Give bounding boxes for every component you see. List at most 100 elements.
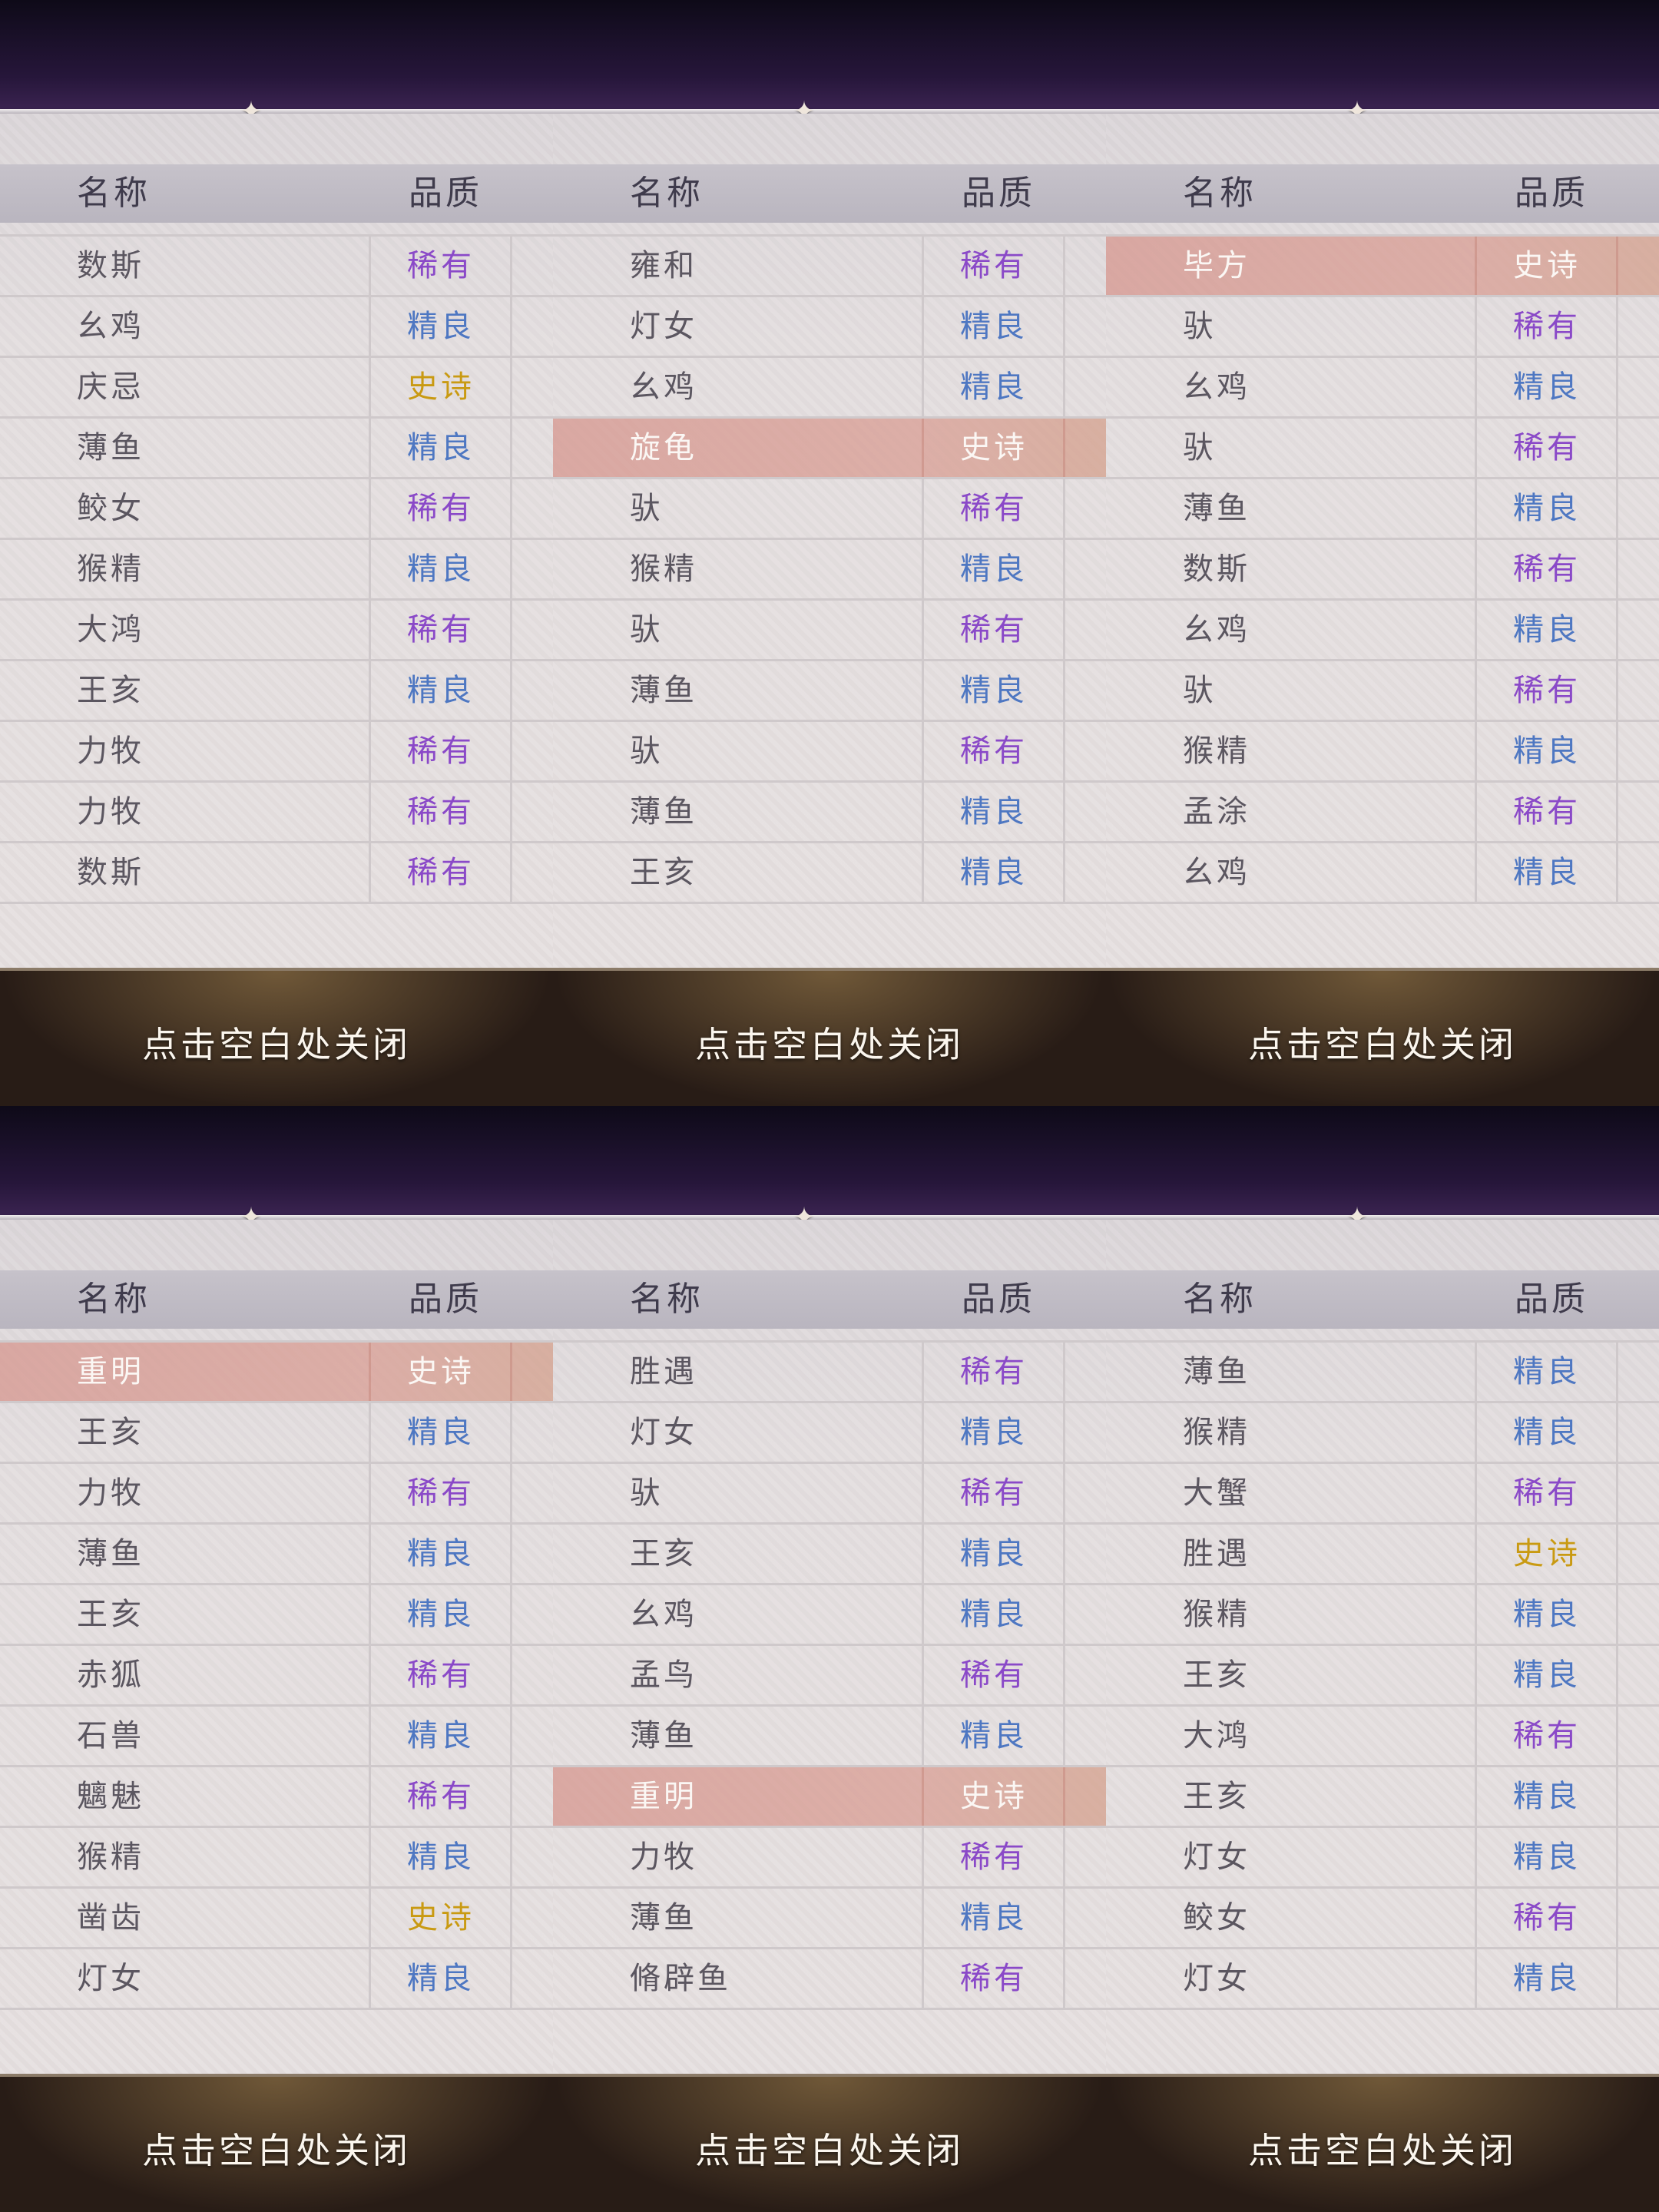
table-row: 庆忌 史诗 xyxy=(0,358,553,419)
table-row: 雍和 稀有 xyxy=(553,234,1106,297)
table-row: 王亥 精良 xyxy=(1106,1767,1659,1828)
item-quality: 稀有 xyxy=(960,1657,1028,1693)
result-panel-1[interactable]: ✦ 名称 品质 数斯 稀有 幺鸡 精良 庆忌 史诗 薄鱼 精良 鲛女 稀有 猴精 精良 大鸿 稀有 王亥 精良… xyxy=(0,0,553,1106)
item-name: 大鸿 xyxy=(1183,1718,1250,1753)
close-hint-bar[interactable]: 点击空白处关闭 xyxy=(0,2074,553,2212)
item-name: 驮 xyxy=(630,733,664,769)
table-row: 灯女 精良 xyxy=(1106,1828,1659,1889)
header-quality: 品质 xyxy=(962,174,1035,213)
item-quality: 稀有 xyxy=(407,1779,475,1814)
result-panel-5[interactable]: ✦ 名称 品质 胜遇 稀有 灯女 精良驮稀有 王亥 精良 幺鸡 精良 孟鸟 稀有 薄鱼 精良 重明 史诗力… xyxy=(553,1106,1106,2212)
item-name: 王亥 xyxy=(77,1597,144,1632)
item-quality: 精良 xyxy=(960,673,1028,708)
table-row: 猴精 精良 xyxy=(553,540,1106,601)
table-row: 驮 稀有 xyxy=(553,601,1106,661)
item-name: 幺鸡 xyxy=(1183,369,1250,405)
close-hint-text: 点击空白处关闭 xyxy=(142,2130,411,2171)
close-hint-bar[interactable]: 点击空白处关闭 xyxy=(1106,968,1659,1106)
table-row: 猴精 精良 xyxy=(0,540,553,601)
table-row: 驮 稀有 xyxy=(1106,297,1659,358)
item-name: 毕方 xyxy=(1183,248,1250,283)
close-hint-bar[interactable]: 点击空白处关闭 xyxy=(1106,2074,1659,2212)
table-row: 大鸿 稀有 xyxy=(0,601,553,661)
header-name: 名称 xyxy=(630,174,704,213)
result-panel-6[interactable]: ✦ 名称 品质 薄鱼 精良 猴精 精良 大蟹 稀有 胜遇 史诗 猴精 精良 王亥 精良 大鸿 稀有 王亥 精良… xyxy=(1106,1106,1659,2212)
item-name: 脩辟鱼 xyxy=(630,1961,731,1996)
table-row: 幺鸡 精良 xyxy=(1106,358,1659,419)
item-quality: 精良 xyxy=(1513,733,1581,769)
table-row: 薄鱼 精良 xyxy=(553,1889,1106,1949)
item-name: 薄鱼 xyxy=(1183,491,1250,526)
item-name: 鲛女 xyxy=(77,491,144,526)
header-name: 名称 xyxy=(77,1280,151,1319)
result-panel-3[interactable]: ✦ 名称 品质 毕方 史诗驮稀有 幺鸡 精良驮稀有 薄鱼 精良 数斯 稀有 幺鸡 精良驮稀有 猴精精… xyxy=(1106,0,1659,1106)
header-quality: 品质 xyxy=(409,174,482,213)
table-row: 幺鸡 精良 xyxy=(0,297,553,358)
item-quality: 史诗 xyxy=(407,1900,475,1936)
item-quality: 精良 xyxy=(960,794,1028,830)
item-name: 猴精 xyxy=(77,551,144,587)
item-name: 鲛女 xyxy=(1183,1900,1250,1936)
item-quality: 精良 xyxy=(960,1900,1028,1936)
item-quality: 精良 xyxy=(960,1597,1028,1632)
close-hint-bar[interactable]: 点击空白处关闭 xyxy=(553,968,1106,1106)
item-quality: 精良 xyxy=(1513,1597,1581,1632)
item-quality: 稀有 xyxy=(407,491,475,526)
item-quality: 稀有 xyxy=(960,1475,1028,1511)
item-quality: 精良 xyxy=(960,855,1028,890)
item-name: 王亥 xyxy=(1183,1779,1250,1814)
result-rows: 薄鱼 精良 猴精 精良 大蟹 稀有 胜遇 史诗 猴精 精良 王亥 精良 大鸿 稀有 王亥 精良 灯女 精良 鲛女 稀有… xyxy=(1106,1340,1659,2010)
item-name: 驮 xyxy=(1183,430,1217,465)
table-row: 石兽 精良 xyxy=(0,1707,553,1767)
item-name: 薄鱼 xyxy=(1183,1354,1250,1389)
result-rows: 数斯 稀有 幺鸡 精良 庆忌 史诗 薄鱼 精良 鲛女 稀有 猴精 精良 大鸿 稀有 王亥 精良 力牧 稀有 力牧 稀有… xyxy=(0,234,553,904)
item-name: 驮 xyxy=(630,491,664,526)
item-quality: 稀有 xyxy=(407,794,475,830)
table-row: 猴精 精良 xyxy=(1106,1403,1659,1464)
close-hint-text: 点击空白处关闭 xyxy=(695,1024,964,1065)
table-row: 灯女 精良 xyxy=(553,1403,1106,1464)
close-hint-bar[interactable]: 点击空白处关闭 xyxy=(0,968,553,1106)
table-row: 孟鸟 稀有 xyxy=(553,1646,1106,1707)
item-quality: 精良 xyxy=(407,1415,475,1450)
table-header: 名称 品质 xyxy=(1106,164,1659,223)
item-quality: 精良 xyxy=(1513,491,1581,526)
table-row-highlighted: 旋龟 史诗 xyxy=(553,419,1106,479)
item-quality: 精良 xyxy=(1513,1354,1581,1389)
item-quality: 稀有 xyxy=(407,1475,475,1511)
item-quality: 史诗 xyxy=(1513,1536,1581,1571)
table-row: 胜遇 稀有 xyxy=(553,1340,1106,1403)
item-name: 幺鸡 xyxy=(630,1597,697,1632)
item-name: 魑魅 xyxy=(77,1779,144,1814)
table-row: 幺鸡 精良 xyxy=(1106,843,1659,904)
screenshot-grid: ✦ 名称 品质 数斯 稀有 幺鸡 精良 庆忌 史诗 薄鱼 精良 鲛女 稀有 猴精 精良 大鸿 稀有 王亥 精良… xyxy=(0,0,1659,2212)
item-name: 驮 xyxy=(630,612,664,647)
table-row: 王亥 精良 xyxy=(553,1525,1106,1585)
result-panel-4[interactable]: ✦ 名称 品质 重明 史诗 王亥 精良 力牧 稀有 薄鱼 精良 王亥 精良 赤狐 稀有 石兽 精良 魑魅 稀有… xyxy=(0,1106,553,2212)
item-quality: 精良 xyxy=(407,430,475,465)
table-row: 魑魅 稀有 xyxy=(0,1767,553,1828)
close-hint-bar[interactable]: 点击空白处关闭 xyxy=(553,2074,1106,2212)
item-quality: 稀有 xyxy=(960,733,1028,769)
item-quality: 史诗 xyxy=(1513,248,1581,283)
item-quality: 精良 xyxy=(1513,1961,1581,1996)
item-name: 灯女 xyxy=(1183,1961,1250,1996)
item-quality: 精良 xyxy=(1513,855,1581,890)
table-row: 驮 稀有 xyxy=(1106,419,1659,479)
result-rows: 重明 史诗 王亥 精良 力牧 稀有 薄鱼 精良 王亥 精良 赤狐 稀有 石兽 精良 魑魅 稀有 猴精 精良 凿齿 史诗… xyxy=(0,1340,553,2010)
item-name: 幺鸡 xyxy=(77,309,144,344)
result-sheet: 名称 品质 雍和 稀有 灯女 精良 幺鸡 精良 旋龟 史诗驮稀有 猴精 精良驮稀有 薄鱼 精良驮稀有薄… xyxy=(553,114,1106,1081)
item-quality: 精良 xyxy=(407,1597,475,1632)
item-quality: 精良 xyxy=(960,1718,1028,1753)
item-quality: 稀有 xyxy=(1513,1900,1581,1936)
item-name: 赤狐 xyxy=(77,1657,144,1693)
header-quality: 品质 xyxy=(1515,174,1588,213)
table-row: 胜遇 史诗 xyxy=(1106,1525,1659,1585)
item-name: 雍和 xyxy=(630,248,697,283)
header-quality: 品质 xyxy=(1515,1280,1588,1319)
result-panel-2[interactable]: ✦ 名称 品质 雍和 稀有 灯女 精良 幺鸡 精良 旋龟 史诗驮稀有 猴精 精良驮稀有 薄鱼 精良驮稀… xyxy=(553,0,1106,1106)
item-name: 凿齿 xyxy=(77,1900,144,1936)
table-row: 驮 稀有 xyxy=(553,722,1106,783)
item-quality: 稀有 xyxy=(1513,1475,1581,1511)
item-name: 旋龟 xyxy=(630,430,697,465)
